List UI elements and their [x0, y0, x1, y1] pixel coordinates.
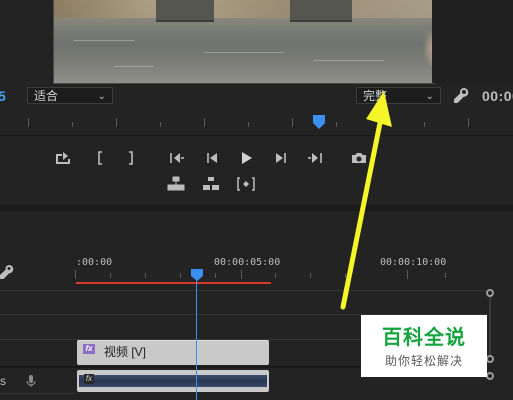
- monitor-time-ruler[interactable]: [0, 113, 513, 136]
- video-clip-label: 视频 [V]: [104, 345, 147, 359]
- ruler-tick: [310, 273, 311, 278]
- vertical-zoom-handle[interactable]: [486, 355, 494, 363]
- water-ripple: [204, 52, 284, 53]
- track-divider: [0, 290, 75, 291]
- track-divider: [75, 290, 487, 291]
- chevron-down-icon: ⌄: [97, 91, 106, 102]
- ruler-tick: [160, 122, 161, 127]
- ruler-tick: [407, 270, 408, 279]
- ruler-tick: [145, 273, 146, 278]
- ruler-tick: [468, 118, 469, 127]
- video-shore: [54, 0, 434, 18]
- ruler-tick: [241, 270, 242, 279]
- track-divider: [0, 314, 75, 315]
- step-forward-button[interactable]: [270, 150, 292, 168]
- zoom-fit-dropdown[interactable]: 适合 ⌄: [27, 87, 113, 104]
- step-back-button[interactable]: [201, 150, 223, 168]
- monitor-side-margin: [432, 0, 513, 83]
- watermark-subtitle: 助你轻松解决: [384, 354, 463, 368]
- extract-button[interactable]: [200, 176, 222, 194]
- ruler-tick: [445, 273, 446, 278]
- trim-edit-button[interactable]: [235, 176, 257, 194]
- ruler-tick: [110, 273, 111, 278]
- ruler-tick: [116, 118, 117, 127]
- mark-in-button[interactable]: [89, 150, 111, 168]
- annotation-arrow: [340, 91, 392, 310]
- bridge-pillar: [156, 0, 214, 22]
- bridge-pillar: [290, 0, 352, 22]
- timeline-ruler-label: 00:00:05:00: [214, 257, 281, 268]
- video-clip[interactable]: fx 视频 [V]: [77, 340, 269, 365]
- go-to-out-button[interactable]: [304, 150, 326, 168]
- ruler-tick: [180, 273, 181, 278]
- timeline-playhead-handle[interactable]: [191, 268, 203, 286]
- timeline-ruler-ticks[interactable]: [75, 270, 487, 280]
- ruler-tick: [204, 118, 205, 127]
- vertical-scroll-track[interactable]: [489, 297, 491, 355]
- wrench-icon[interactable]: [0, 264, 14, 282]
- vertical-zoom-handle[interactable]: [486, 372, 494, 380]
- timeline-ruler-label: :00:00: [76, 257, 113, 268]
- audio-clip[interactable]: fx: [77, 370, 269, 392]
- playhead-timecode[interactable]: 5: [0, 88, 6, 104]
- duration-timecode: 00:00: [482, 88, 513, 104]
- insert-marker-button[interactable]: [52, 150, 74, 168]
- microphone-icon[interactable]: [26, 374, 36, 393]
- ruler-tick: [275, 273, 276, 278]
- ruler-tick: [72, 122, 73, 127]
- audio-track-label: s: [0, 374, 6, 388]
- program-monitor-video: [53, 0, 435, 84]
- chevron-down-icon: ⌄: [425, 91, 434, 102]
- ruler-tick: [424, 122, 425, 127]
- ruler-tick: [248, 122, 249, 127]
- mark-out-button[interactable]: [120, 150, 142, 168]
- watermark-logo: 百科全说 助你轻松解决: [361, 315, 487, 377]
- water-ripple: [114, 66, 154, 67]
- ruler-tick: [215, 273, 216, 278]
- water-ripple: [314, 60, 384, 61]
- water-ripple: [74, 40, 134, 41]
- ruler-tick: [75, 270, 76, 279]
- fx-badge: fx: [84, 374, 94, 384]
- monitor-playhead-marker[interactable]: [313, 115, 325, 134]
- ruler-tick: [28, 118, 29, 127]
- watermark-title: 百科全说: [382, 327, 466, 349]
- lift-button[interactable]: [165, 176, 187, 194]
- vertical-zoom-handle[interactable]: [486, 289, 494, 297]
- timeline-playhead-line: [196, 278, 197, 400]
- work-area-bar[interactable]: [76, 282, 271, 284]
- zoom-fit-value: 适合: [34, 89, 59, 103]
- ruler-tick: [292, 118, 293, 127]
- track-divider: [0, 393, 75, 394]
- track-divider: [0, 339, 75, 340]
- go-to-in-button[interactable]: [166, 150, 188, 168]
- wrench-settings-icon[interactable]: [451, 86, 471, 106]
- fx-badge: fx: [83, 344, 95, 354]
- play-button[interactable]: [235, 150, 257, 168]
- audio-waveform: [79, 375, 267, 387]
